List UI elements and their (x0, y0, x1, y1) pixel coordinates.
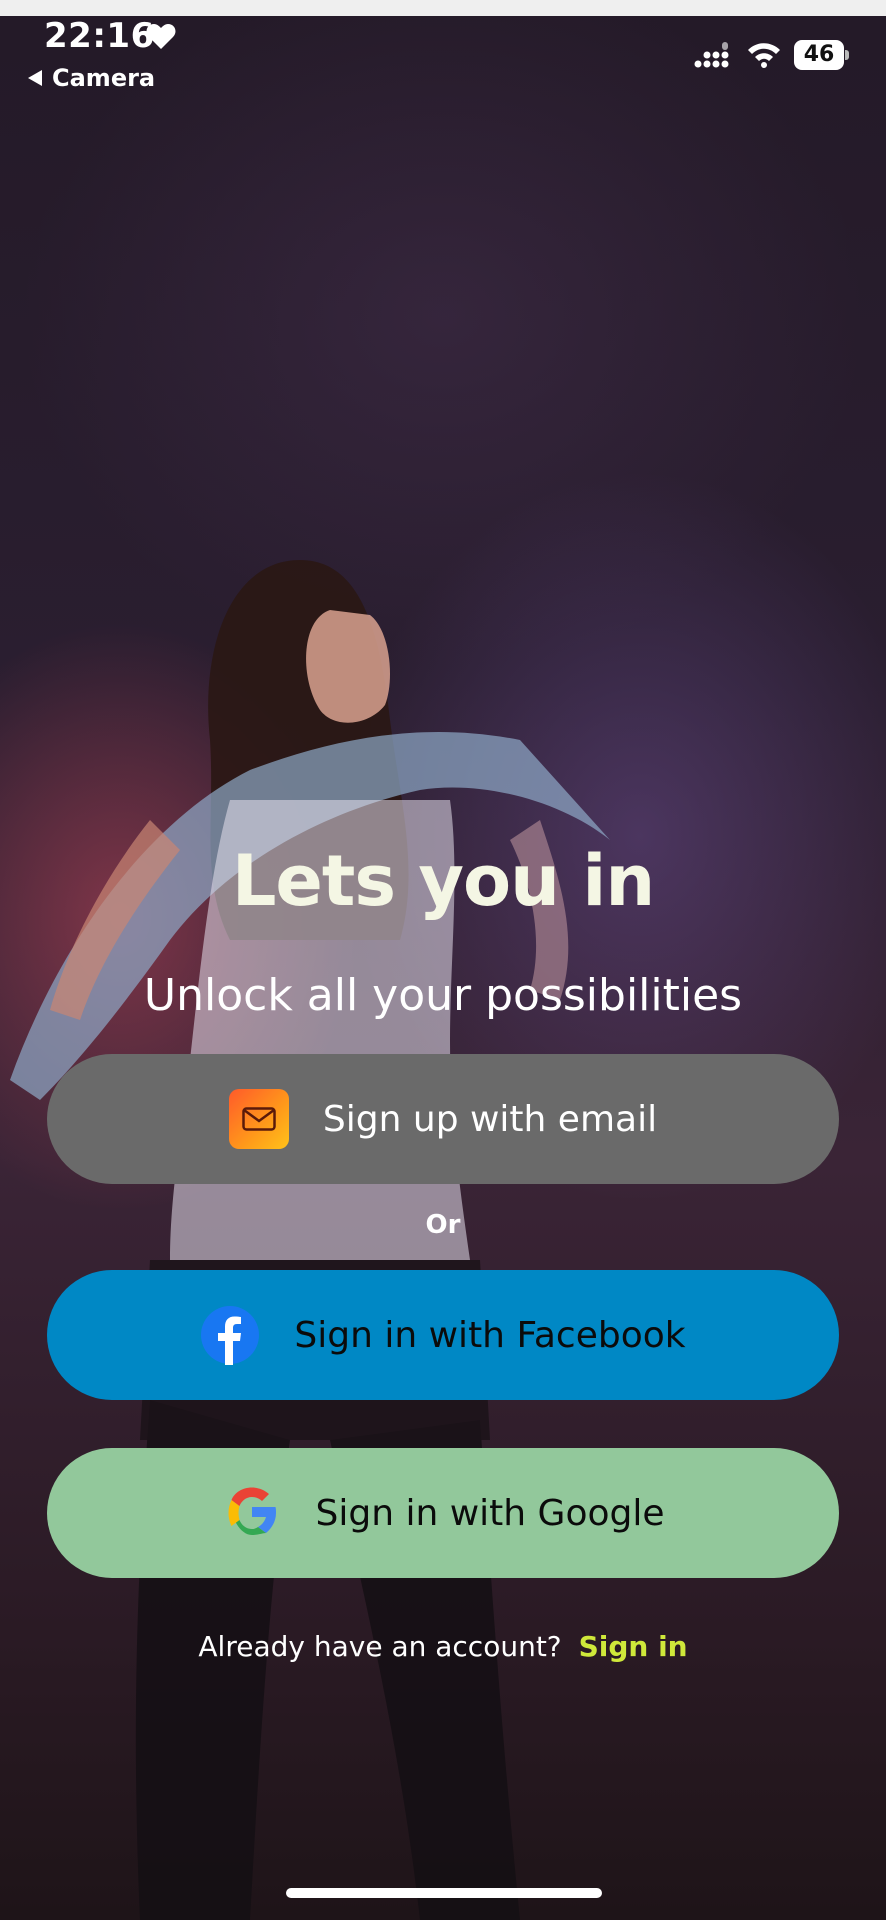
page-title: Lets you in (231, 840, 655, 922)
battery-level: 46 (794, 40, 844, 70)
page-subtitle: Unlock all your possibilities (143, 970, 743, 1021)
status-time: 22:16 (44, 16, 155, 56)
home-indicator[interactable] (286, 1888, 602, 1898)
back-arrow-icon (28, 70, 42, 86)
sign-in-link[interactable]: Sign in (579, 1630, 688, 1663)
battery-cap (845, 50, 849, 60)
top-strip (0, 0, 886, 16)
wifi-icon (748, 43, 780, 68)
battery-icon: 46 (794, 40, 850, 70)
google-icon (228, 1487, 276, 1535)
account-prompt: Already have an account? (198, 1630, 562, 1663)
sign-in-google-label: Sign in with Google (315, 1492, 665, 1534)
sign-up-email-label: Sign up with email (322, 1098, 658, 1140)
account-prompt-row: Already have an account? Sign in (0, 1630, 886, 1663)
sign-in-google-button[interactable]: Sign in with Google (47, 1448, 839, 1578)
sign-in-facebook-button[interactable]: Sign in with Facebook (47, 1270, 839, 1400)
sign-in-facebook-label: Sign in with Facebook (294, 1314, 686, 1356)
facebook-icon (201, 1306, 260, 1365)
signal-icon (694, 42, 729, 68)
back-to-camera[interactable]: Camera (28, 64, 155, 92)
sign-up-email-button[interactable]: Sign up with email (47, 1054, 839, 1184)
heart-icon (146, 24, 176, 49)
mail-icon (228, 1089, 289, 1149)
or-divider: Or (425, 1210, 461, 1240)
back-label: Camera (52, 64, 156, 92)
